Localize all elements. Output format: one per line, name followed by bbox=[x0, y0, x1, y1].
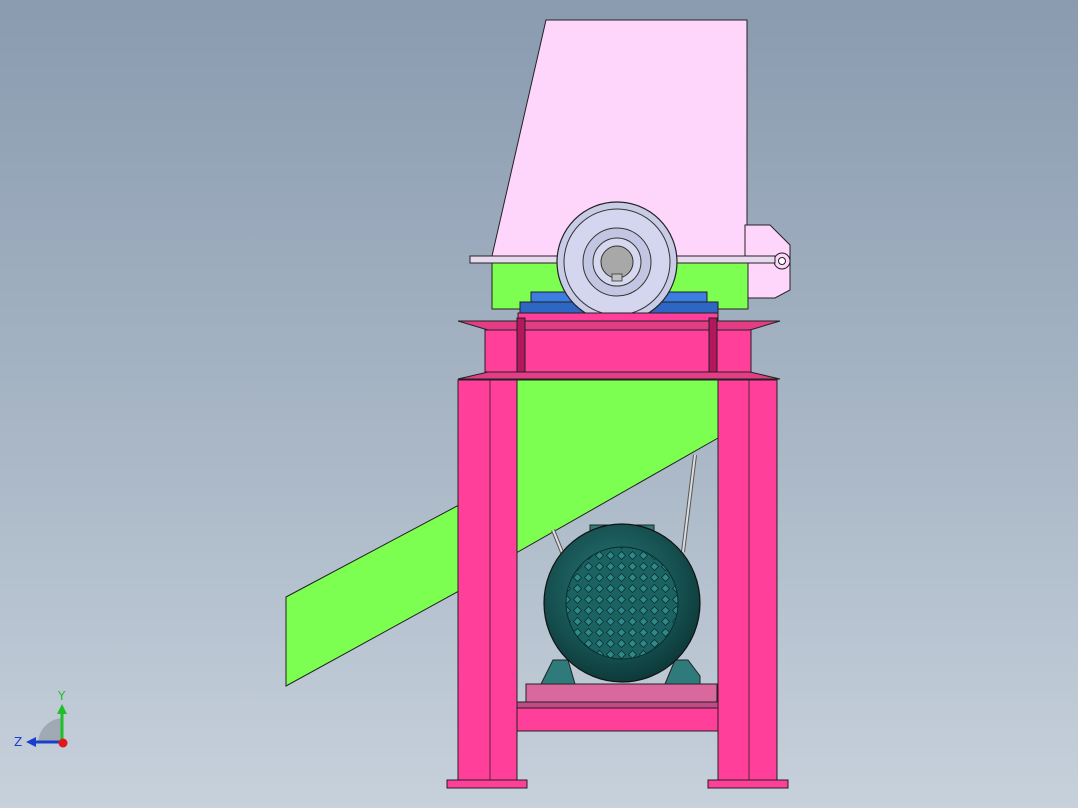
upper-frame[interactable] bbox=[457, 312, 781, 380]
axis-triad: Y Z bbox=[14, 689, 68, 749]
electric-motor[interactable] bbox=[543, 523, 701, 683]
z-axis-label: Z bbox=[14, 735, 22, 749]
motor-base[interactable] bbox=[516, 683, 719, 732]
y-axis-label: Y bbox=[57, 689, 66, 703]
frame-leg-left[interactable] bbox=[446, 379, 528, 789]
pulley[interactable] bbox=[556, 201, 678, 323]
cad-viewport[interactable]: Y Z bbox=[0, 0, 1078, 808]
frame-leg-right[interactable] bbox=[707, 379, 789, 789]
